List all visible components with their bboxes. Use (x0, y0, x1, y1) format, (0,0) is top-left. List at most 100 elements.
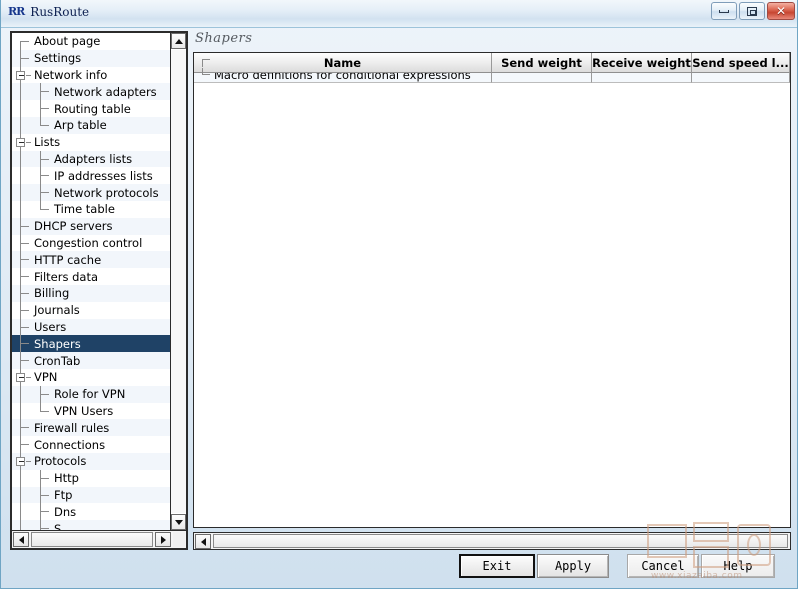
tree-hscroll-thumb[interactable] (31, 532, 153, 547)
tree-connector (12, 335, 34, 353)
sidebar-item-dhcp-servers[interactable]: DHCP servers (12, 217, 170, 235)
cancel-button[interactable]: Cancel (627, 554, 699, 578)
sidebar-item-billing[interactable]: Billing (12, 284, 170, 302)
table-hscroll-thumb[interactable] (213, 534, 788, 548)
sidebar-item-label: Billing (34, 286, 70, 301)
tree-connector (12, 318, 34, 336)
tree-connector (12, 402, 54, 420)
help-button[interactable]: Help (701, 554, 775, 578)
close-icon: ✕ (775, 4, 787, 18)
tree-connector (12, 150, 54, 168)
collapse-icon[interactable] (16, 70, 25, 80)
minimize-icon (719, 9, 729, 13)
sidebar-item-network-protocols[interactable]: Network protocols (12, 184, 170, 202)
sidebar-item-settings[interactable]: Settings (12, 49, 170, 67)
tree-connector (12, 66, 34, 84)
tree-connector (12, 100, 54, 118)
sidebar-item-http[interactable]: Http (12, 469, 170, 487)
tree-scroll-left-button[interactable] (13, 532, 29, 547)
sidebar-item-label: Ftp (54, 487, 73, 502)
sidebar-item-label: Journals (34, 303, 80, 318)
sidebar-item-users[interactable]: Users (12, 318, 170, 336)
column-header-send-speed-l[interactable]: Send speed l... (692, 53, 790, 73)
close-button[interactable]: ✕ (767, 2, 795, 20)
sidebar-item-lists[interactable]: Lists (12, 133, 170, 151)
tree-connector (12, 49, 34, 67)
sidebar-item-dns[interactable]: Dns (12, 503, 170, 521)
sidebar-item-vpn[interactable]: VPN (12, 368, 170, 386)
tree-vscroll-track[interactable] (171, 50, 186, 513)
sidebar-item-about-page[interactable]: About page (12, 33, 170, 50)
sidebar-item-label: Role for VPN (54, 387, 126, 402)
minimize-button[interactable] (711, 2, 737, 20)
collapse-icon[interactable] (16, 372, 25, 382)
sidebar-item-routing-table[interactable]: Routing table (12, 100, 170, 118)
tree-vertical-scrollbar[interactable] (170, 33, 186, 530)
page-title: Shapers (195, 31, 253, 46)
tree-scroll-up-button[interactable] (171, 33, 186, 49)
application-window: RR RusRoute ✕ About page Settings Network … (0, 0, 798, 589)
tree-scroll-down-button[interactable] (171, 514, 186, 530)
sidebar-item-label: Time table (54, 202, 115, 217)
sidebar-item-label: Filters data (34, 269, 99, 284)
sidebar-item-s[interactable]: S (12, 520, 170, 530)
tree-connector (12, 368, 34, 386)
sidebar-item-label: Routing table (54, 101, 131, 116)
sidebar-item-network-adapters[interactable]: Network adapters (12, 83, 170, 101)
sidebar-item-label: Firewall rules (34, 420, 110, 435)
sidebar-item-http-cache[interactable]: HTTP cache (12, 251, 170, 269)
tree-scroll-area: About page Settings Network info Network ad… (12, 33, 170, 530)
sidebar-item-congestion-control[interactable]: Congestion control (12, 234, 170, 252)
sidebar-item-network-info[interactable]: Network info (12, 66, 170, 84)
sidebar-item-vpn-users[interactable]: VPN Users (12, 402, 170, 420)
sidebar-item-label: VPN (34, 370, 58, 385)
content-panel: Shapers Name Send weight Receive weight Sen… (193, 31, 791, 550)
tree-connector (12, 33, 34, 50)
tree-connector (12, 116, 54, 134)
sidebar-item-label: Congestion control (34, 235, 143, 250)
sidebar-item-ftp[interactable]: Ftp (12, 486, 170, 504)
tree-connector (12, 83, 54, 101)
column-header-name[interactable]: Name (194, 53, 492, 73)
tree-connector (12, 251, 34, 269)
shapers-table: Name Send weight Receive weight Send speed … (193, 52, 791, 528)
tree-connector (12, 503, 54, 521)
sidebar-item-label: Adapters lists (54, 151, 133, 166)
sidebar-item-label: S (54, 521, 62, 531)
tree-connector (12, 301, 34, 319)
tree-connector (12, 486, 54, 504)
tree-connector (194, 53, 214, 67)
apply-button[interactable]: Apply (537, 554, 609, 578)
exit-button[interactable]: Exit (459, 554, 535, 578)
sidebar-item-time-table[interactable]: Time table (12, 200, 170, 218)
table-horizontal-scrollbar[interactable] (193, 532, 791, 550)
sidebar-item-role-for-vpn[interactable]: Role for VPN (12, 385, 170, 403)
sidebar-item-protocols[interactable]: Protocols (12, 452, 170, 470)
tree-connector (12, 234, 34, 252)
maximize-button[interactable] (739, 2, 765, 20)
sidebar-item-ip-addresses-lists[interactable]: IP addresses lists (12, 167, 170, 185)
tree-scroll-right-button[interactable] (155, 532, 171, 547)
sidebar-item-firewall-rules[interactable]: Firewall rules (12, 419, 170, 437)
tree-connector (12, 268, 34, 286)
column-header-receive-weight[interactable]: Receive weight (592, 53, 692, 73)
sidebar-item-label: Network protocols (54, 185, 159, 200)
sidebar-item-adapters-lists[interactable]: Adapters lists (12, 150, 170, 168)
sidebar-item-crontab[interactable]: CronTab (12, 352, 170, 370)
sidebar-item-journals[interactable]: Journals (12, 301, 170, 319)
tree-scrollbar-corner (173, 532, 185, 547)
sidebar-item-label: CronTab (34, 353, 81, 368)
sidebar-item-arp-table[interactable]: Arp table (12, 116, 170, 134)
tree-horizontal-scrollbar[interactable] (12, 530, 186, 548)
collapse-icon[interactable] (16, 137, 25, 147)
sidebar-item-label: Arp table (54, 118, 107, 133)
collapse-icon[interactable] (16, 456, 25, 466)
sidebar-item-filters-data[interactable]: Filters data (12, 268, 170, 286)
sidebar-item-label: Network adapters (54, 84, 157, 99)
sidebar-item-label: Users (34, 319, 67, 334)
sidebar-item-connections[interactable]: Connections (12, 436, 170, 454)
column-header-send-weight[interactable]: Send weight (492, 53, 592, 73)
chevron-right-icon (160, 535, 166, 544)
table-scroll-left-button[interactable] (195, 534, 211, 549)
sidebar-item-shapers[interactable]: Shapers (12, 335, 170, 353)
